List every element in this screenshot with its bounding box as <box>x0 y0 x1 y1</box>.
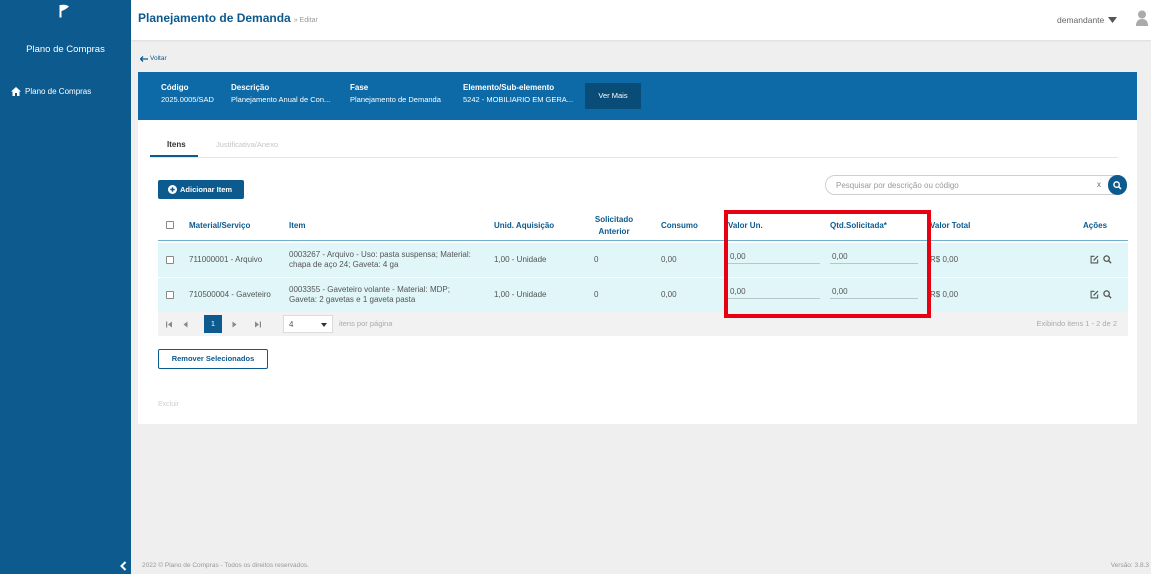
page-title-group: Planejamento de Demanda» Editar <box>138 11 318 28</box>
cell-unidade: 1,00 - Unidade <box>494 255 547 264</box>
search-icon <box>1113 180 1122 190</box>
brand-logo-icon[interactable] <box>58 4 70 18</box>
cell-valor-total: R$ 0,00 <box>930 290 959 299</box>
search-icon[interactable] <box>1103 290 1112 299</box>
cell-solicitado-anterior: 0 <box>594 255 599 264</box>
home-icon <box>11 87 21 96</box>
arrow-left-icon <box>140 55 148 62</box>
cell-solicitado-anterior: 0 <box>594 290 599 299</box>
plus-circle-icon <box>168 185 177 194</box>
column-header-acoes: Ações <box>1083 221 1108 230</box>
back-link[interactable]: Voltar <box>140 54 167 63</box>
cell-material: 711000001 - Arquivo <box>189 255 263 264</box>
footer-version: Versão: 3.8.3 <box>1110 562 1149 569</box>
back-link-label: Voltar <box>150 55 167 62</box>
add-item-button[interactable]: Adicionar Item <box>158 180 244 199</box>
edit-icon[interactable] <box>1090 255 1099 264</box>
user-menu[interactable]: demandante <box>1057 14 1118 26</box>
username[interactable]: demandante <box>1057 14 1104 26</box>
row-checkbox[interactable] <box>166 291 174 299</box>
info-field-value: Planejamento Anual de Con... <box>231 95 331 104</box>
next-page-icon[interactable] <box>232 321 237 328</box>
search-input[interactable] <box>836 178 1086 192</box>
cell-material: 710500004 - Gaveteiro <box>189 290 271 299</box>
add-item-label: Adicionar Item <box>180 185 233 194</box>
info-field-label: Elemento/Sub-elemento <box>463 83 555 92</box>
page-size-select[interactable]: 4 <box>283 315 333 333</box>
sidebar-item-label: Plano de Compras <box>25 87 92 96</box>
tab-itens[interactable]: Itens <box>167 140 186 150</box>
annotation-highlight-box <box>724 210 931 318</box>
user-icon[interactable] <box>1136 10 1148 26</box>
ver-mais-button[interactable]: Ver Mais <box>585 83 641 109</box>
search-clear-button[interactable]: x <box>1097 180 1101 190</box>
remove-selected-button[interactable]: Remover Selecionados <box>158 349 268 369</box>
previous-page-icon[interactable] <box>183 321 188 328</box>
search-button[interactable] <box>1108 175 1127 195</box>
cell-item: 0003355 - Gaveteiro volante - Material: … <box>289 285 450 304</box>
delete-link[interactable]: Excluir <box>158 400 179 409</box>
sidebar-item-plano-de-compras[interactable]: Plano de Compras <box>0 83 131 101</box>
info-bar: Código 2025.0005/SAD Descrição Planejame… <box>138 72 1137 120</box>
items-table: Material/Serviço Item Unid. Aquisição So… <box>158 210 1128 336</box>
footer-copyright: 2022 © Plano de Compras - Todos os direi… <box>142 562 309 569</box>
pagination-summary: Exibindo itens 1 - 2 de 2 <box>1036 319 1117 328</box>
chevron-left-icon[interactable] <box>120 561 127 571</box>
sidebar-brand[interactable]: Plano de Compras <box>0 44 131 56</box>
row-actions <box>1090 290 1112 299</box>
column-header-valor-total[interactable]: Valor Total <box>930 220 970 231</box>
cell-valor-total: R$ 0,00 <box>930 255 959 264</box>
info-field-value: 5242 - MOBILIARIO EM GERA... <box>463 95 574 104</box>
caret-down-icon <box>321 323 327 327</box>
sidebar: Plano de Compras Plano de Compras <box>0 0 131 574</box>
caret-down-icon[interactable] <box>1108 17 1118 23</box>
info-field-elemento: Elemento/Sub-elemento 5242 - MOBILIARIO … <box>463 83 573 105</box>
pagination-bar: 1 4 itens por página Exibindo itens 1 - … <box>158 312 1128 336</box>
info-field-value: Planejamento de Demanda <box>350 95 441 104</box>
cell-item: 0003267 - Arquivo - Uso: pasta suspensa;… <box>289 250 471 269</box>
footer: 2022 © Plano de Compras - Todos os direi… <box>131 557 1151 574</box>
info-field-label: Fase <box>350 83 369 92</box>
table-header: Material/Serviço Item Unid. Aquisição So… <box>158 210 1128 241</box>
search-box: x <box>825 175 1127 195</box>
tab-justificativa-anexo[interactable]: Justificativa/Anexo <box>216 140 278 150</box>
top-header: Planejamento de Demanda» Editar demandan… <box>131 0 1151 40</box>
page-subtitle: » Editar <box>293 17 318 24</box>
first-page-icon[interactable] <box>166 321 173 328</box>
page-size-label: itens por página <box>339 319 393 328</box>
cell-unidade: 1,00 - Unidade <box>494 290 547 299</box>
select-all-checkbox[interactable] <box>166 221 174 229</box>
cell-consumo: 0,00 <box>661 255 677 264</box>
items-card: Itens Justificativa/Anexo Adicionar Item… <box>138 120 1137 424</box>
column-header-item[interactable]: Item <box>289 220 305 231</box>
column-header-consumo[interactable]: Consumo <box>661 220 698 231</box>
last-page-icon[interactable] <box>254 321 261 328</box>
column-header-solicitado-anterior[interactable]: Solicitado Anterior <box>592 214 636 238</box>
info-field-fase: Fase Planejamento de Demanda <box>350 83 441 105</box>
info-field-codigo: Código 2025.0005/SAD <box>161 83 214 105</box>
edit-icon[interactable] <box>1090 290 1099 299</box>
row-actions <box>1090 255 1112 264</box>
table-row[interactable]: 711000001 - Arquivo 0003267 - Arquivo - … <box>158 243 1128 277</box>
cell-consumo: 0,00 <box>661 290 677 299</box>
info-field-label: Descrição <box>231 83 270 92</box>
row-checkbox[interactable] <box>166 256 174 264</box>
page-title: Planejamento de Demanda <box>138 11 291 25</box>
tab-bar-divider <box>150 157 1118 158</box>
info-field-label: Código <box>161 83 189 92</box>
page-button-current[interactable]: 1 <box>204 315 222 333</box>
info-field-value: 2025.0005/SAD <box>161 95 214 104</box>
table-row[interactable]: 710500004 - Gaveteiro 0003355 - Gaveteir… <box>158 278 1128 312</box>
info-field-descricao: Descrição Planejamento Anual de Con... <box>231 83 330 105</box>
column-header-material[interactable]: Material/Serviço <box>189 220 250 231</box>
search-icon[interactable] <box>1103 255 1112 264</box>
page-size-value: 4 <box>289 320 294 329</box>
column-header-unidade[interactable]: Unid. Aquisição <box>494 220 554 231</box>
